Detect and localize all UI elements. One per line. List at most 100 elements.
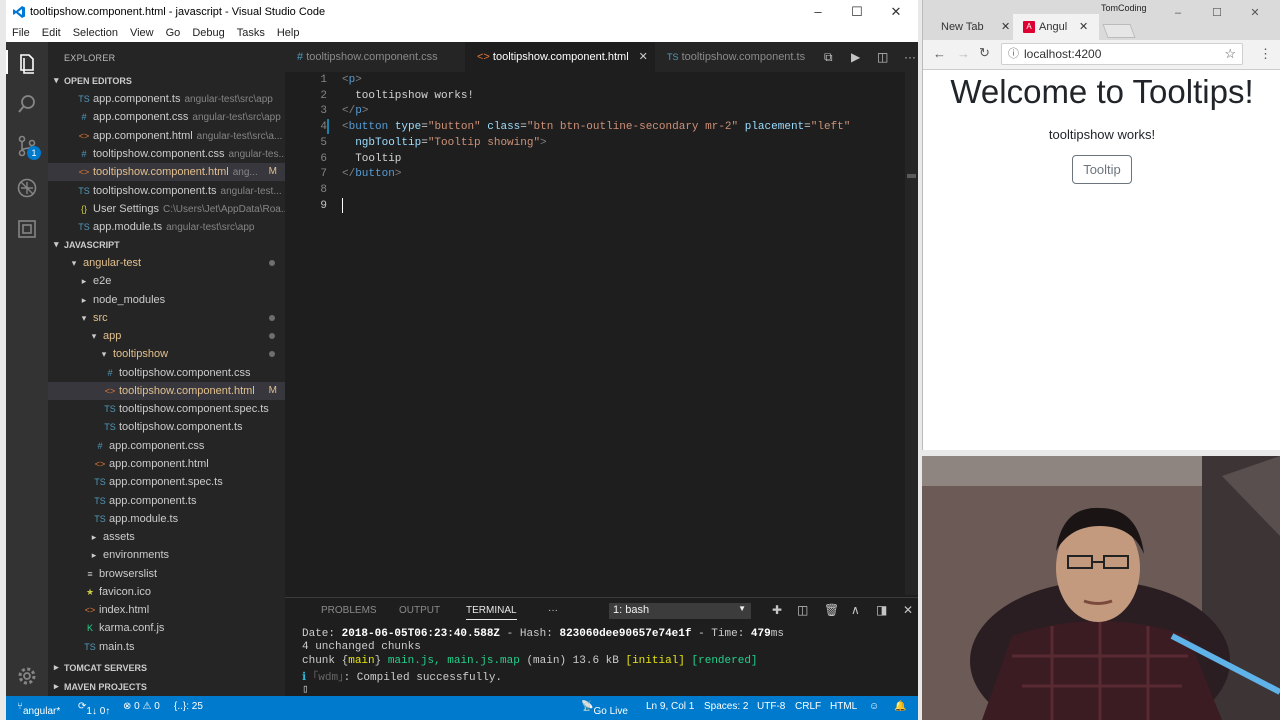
new-tab-button[interactable] (1102, 24, 1136, 38)
tree-item[interactable]: # tooltipshow.component.css (48, 364, 285, 382)
extensions-icon[interactable] (16, 218, 38, 240)
back-arrow-icon[interactable]: ← (933, 46, 946, 61)
forward-arrow-icon[interactable]: → (957, 46, 970, 61)
more-actions-icon[interactable]: ··· (904, 50, 916, 64)
kill-terminal-icon[interactable]: 🗑 (824, 603, 839, 617)
tree-item[interactable]: ▾ tooltipshow (48, 345, 285, 363)
tree-item[interactable]: TS app.component.ts (48, 492, 285, 510)
code-editor[interactable]: 1 <p> 2 tooltipshow works! 3 </p> 4 <button ty… (285, 72, 918, 595)
tree-item[interactable]: TS app.module.ts (48, 510, 285, 528)
tree-item[interactable]: Kkarma.conf.js (48, 619, 285, 637)
run-icon[interactable]: ▶ (851, 50, 860, 64)
menu-file[interactable]: File (6, 25, 36, 39)
folder-header[interactable]: ▾ JAVASCRIPT (48, 236, 285, 254)
address-bar[interactable]: ⓘ localhost:4200 ☆ (1001, 43, 1243, 65)
go-live-button[interactable]: 📡 Go Live (581, 701, 628, 717)
toggle-panel-position-icon[interactable]: ◨ (876, 603, 887, 617)
menu-selection[interactable]: Selection (67, 25, 124, 39)
tab-terminal[interactable]: TERMINAL (466, 605, 517, 620)
close-panel-icon[interactable]: ✕ (903, 603, 913, 617)
tree-item[interactable]: TS main.ts (48, 638, 285, 656)
tab-tooltipshow-css[interactable]: # tooltipshow.component.css (285, 42, 465, 72)
tooltip-button[interactable]: Tooltip (1072, 155, 1132, 184)
maximize-button[interactable]: ☐ (847, 4, 867, 20)
cursor-position[interactable]: Ln 9, Col 1 (646, 701, 694, 712)
open-editor-item[interactable]: <> app.component.html angular-test\src\a..… (48, 127, 285, 145)
tree-item[interactable]: ▾ angular-test (48, 254, 285, 272)
open-editor-item[interactable]: # tooltipshow.component.css angular-tes... (48, 145, 285, 163)
tree-item[interactable]: <> tooltipshow.component.html M (48, 381, 285, 400)
chrome-menu-icon[interactable]: ⋮ (1259, 46, 1272, 62)
feedback-smiley-icon[interactable]: ☺ (869, 701, 879, 712)
reload-icon[interactable]: ↻ (979, 45, 990, 61)
menu-debug[interactable]: Debug (186, 25, 230, 39)
menu-help[interactable]: Help (271, 25, 306, 39)
tab-tooltipshow-html[interactable]: <> tooltipshow.component.html ✕ (465, 42, 655, 72)
chrome-minimize-button[interactable]: – (1168, 5, 1188, 21)
tree-item[interactable]: <> index.html (48, 601, 285, 619)
terminal-selector[interactable]: 1: bash ▼ (609, 603, 751, 619)
maximize-panel-icon[interactable]: ∧ (851, 603, 860, 617)
debug-icon[interactable] (16, 177, 38, 199)
tree-item[interactable]: TS app.component.spec.ts (48, 473, 285, 491)
tree-item[interactable]: ▾ src (48, 309, 285, 327)
symbols-status[interactable]: {..}: 25 (174, 701, 203, 712)
language-mode[interactable]: HTML (830, 701, 857, 712)
tab-tooltipshow-ts[interactable]: TS tooltipshow.component.ts (655, 42, 815, 72)
tomcat-servers-header[interactable]: ▸ TOMCAT SERVERS (48, 659, 285, 677)
indentation-status[interactable]: Spaces: 2 (704, 701, 748, 712)
eol-status[interactable]: CRLF (795, 701, 821, 712)
tree-item[interactable]: ▸ environments (48, 546, 285, 564)
settings-gear-icon[interactable] (16, 665, 38, 687)
tab-output[interactable]: OUTPUT (399, 605, 440, 616)
search-icon[interactable] (16, 93, 38, 115)
chrome-close-button[interactable]: ✕ (1245, 5, 1265, 21)
tree-item[interactable]: ★ favicon.ico (48, 583, 285, 601)
menu-go[interactable]: Go (160, 25, 187, 39)
split-editor-icon[interactable]: ◫ (877, 50, 888, 64)
new-terminal-icon[interactable]: ✚ (772, 603, 782, 617)
open-editors-header[interactable]: ▾ OPEN EDITORS (48, 72, 285, 90)
info-icon[interactable]: ⓘ (1008, 44, 1019, 64)
tree-item[interactable]: TS tooltipshow.component.spec.ts (48, 400, 285, 418)
maven-projects-header[interactable]: ▸ MAVEN PROJECTS (48, 678, 285, 696)
menu-tasks[interactable]: Tasks (231, 25, 271, 39)
tab-problems[interactable]: PROBLEMS (321, 605, 377, 616)
chrome-tab-angular[interactable]: A Angul ✕ (1013, 14, 1099, 40)
open-editor-item[interactable]: {} User Settings C:\Users\Jet\AppData\Roa.… (48, 200, 285, 218)
tree-item[interactable]: ▸ e2e (48, 272, 285, 290)
close-window-button[interactable]: ✕ (886, 4, 906, 20)
open-editor-item[interactable]: TS tooltipshow.component.ts angular-test..… (48, 182, 285, 200)
panel-more-icon[interactable]: ··· (548, 605, 558, 616)
bookmark-star-icon[interactable]: ☆ (1224, 44, 1236, 64)
chrome-tab-new-tab[interactable]: New Tab ✕ (931, 14, 1013, 40)
problems-status[interactable]: ⊗ 0 ⚠ 0 (123, 701, 160, 712)
close-tab-icon[interactable]: ✕ (1079, 14, 1088, 40)
encoding-status[interactable]: UTF-8 (757, 701, 785, 712)
minimize-button[interactable]: – (808, 4, 828, 20)
chrome-maximize-button[interactable]: ☐ (1207, 5, 1227, 21)
open-editor-item[interactable]: TS app.module.ts angular-test\src\app (48, 218, 285, 236)
tree-item[interactable]: ≡ browserslist (48, 565, 285, 583)
tree-item[interactable]: TS tooltipshow.component.ts (48, 418, 285, 436)
sync-status[interactable]: ⟳ 1↓ 0↑ (78, 701, 110, 717)
tree-item[interactable]: ▾ app (48, 327, 285, 345)
menu-view[interactable]: View (124, 25, 160, 39)
tree-item[interactable]: <> app.component.html (48, 455, 285, 473)
close-tab-icon[interactable]: ✕ (1001, 14, 1010, 40)
profile-name[interactable]: TomCoding (1101, 3, 1147, 13)
git-branch-status[interactable]: ⑂ angular* (17, 701, 60, 717)
menu-edit[interactable]: Edit (36, 25, 67, 39)
tree-item[interactable]: ▸ node_modules (48, 291, 285, 309)
open-changes-icon[interactable]: ⧉ (824, 50, 833, 65)
open-editor-item[interactable]: # app.component.css angular-test\src\app (48, 108, 285, 126)
split-terminal-icon[interactable]: ◫ (797, 603, 808, 617)
tree-item[interactable]: ▸ assets (48, 528, 285, 546)
close-tab-icon[interactable]: ✕ (639, 51, 648, 63)
explorer-icon[interactable] (16, 52, 38, 74)
notifications-bell-icon[interactable]: 🔔 (894, 701, 906, 712)
open-editor-item[interactable]: TS app.component.ts angular-test\src\app (48, 90, 285, 108)
editor-scrollbar[interactable] (905, 72, 918, 595)
tree-item[interactable]: # app.component.css (48, 437, 285, 455)
open-editor-item[interactable]: <> tooltipshow.component.html ang... M (48, 163, 285, 182)
